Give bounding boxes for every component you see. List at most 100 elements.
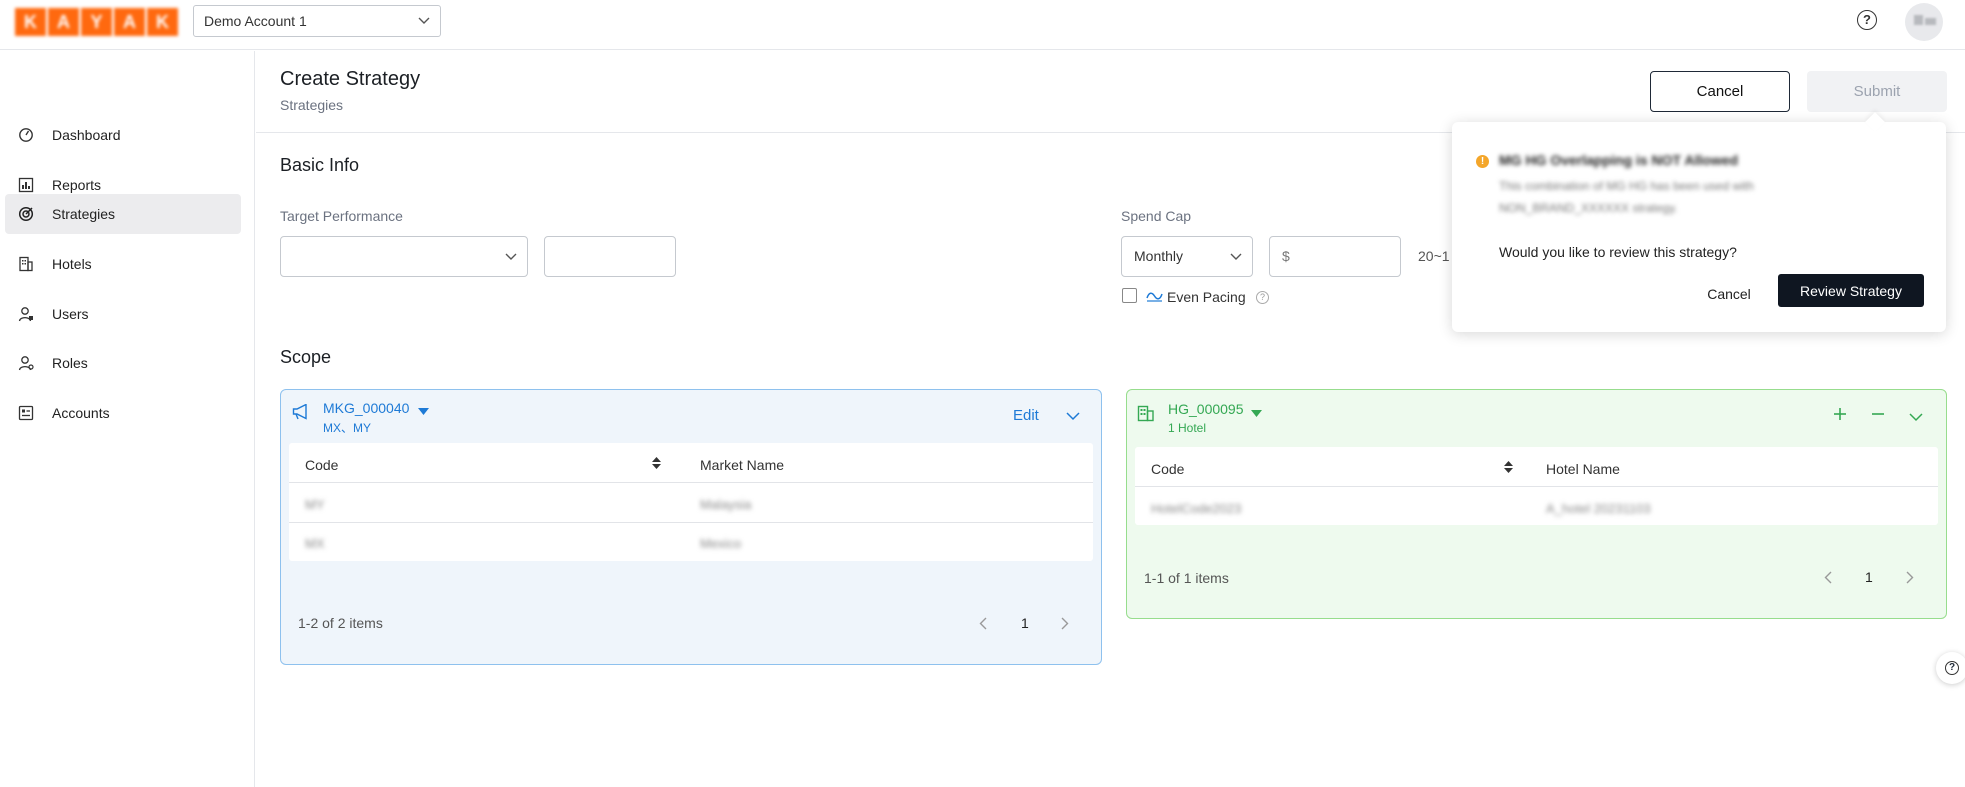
target-performance-input[interactable] [544,236,676,277]
target-performance-label: Target Performance [280,208,403,224]
popover-title: MG HG Overlapping is NOT Allowed [1499,152,1739,168]
help-icon[interactable]: ? [1857,10,1877,30]
megaphone-icon [292,403,311,425]
review-strategy-button[interactable]: Review Strategy [1778,274,1924,307]
caret-down-icon[interactable] [1251,405,1262,423]
logo-letter: K [147,8,178,36]
hotel-group-card: HG_000095 1 Hotel Code Hotel Name HotelC… [1126,389,1947,619]
avatar-block [1925,18,1936,25]
column-header-hotel-name: Hotel Name [1546,461,1620,477]
spend-cap-amount-input[interactable]: $ [1269,236,1401,277]
logo-letter: A [48,8,79,36]
chevron-down-icon [505,253,517,260]
user-icon [18,306,34,322]
currency-symbol: $ [1282,248,1290,264]
floating-help-button[interactable]: ? [1936,652,1965,684]
help-icon: ? [1945,661,1959,675]
column-header-code[interactable]: Code [1151,461,1184,477]
warning-icon: ! [1476,155,1489,168]
sidebar-item-label: Users [52,306,89,322]
dashboard-gauge-icon [18,127,34,143]
market-group-code[interactable]: MKG_000040 [323,400,409,416]
next-page-icon[interactable] [1906,571,1914,589]
column-header-code[interactable]: Code [305,457,338,473]
current-page[interactable]: 1 [1021,615,1029,631]
prev-page-icon[interactable] [1824,571,1832,589]
page-title: Create Strategy [280,68,421,90]
info-help-icon[interactable]: ? [1256,291,1269,304]
table-cell-name: A_hotel 20231103 [1546,501,1651,516]
row-divider [1135,486,1938,487]
table-cell-code: MY [305,497,325,512]
sidebar-item-hotels[interactable]: Hotels [5,244,241,284]
table-cell-name: Mexico [700,536,742,551]
sidebar-item-users[interactable]: Users [5,294,241,334]
sidebar-item-label: Dashboard [52,127,121,143]
current-page[interactable]: 1 [1865,569,1873,585]
user-role-icon [18,355,34,371]
hotel-group-code[interactable]: HG_000095 [1168,401,1244,417]
breadcrumb[interactable]: Strategies [280,97,343,113]
sort-icon[interactable] [652,456,661,475]
market-group-subtitle: MX、MY [323,421,372,435]
collapse-chevron-icon[interactable] [1066,408,1080,426]
hotel-group-subtitle: 1 Hotel [1168,421,1207,435]
market-table: Code Market Name MY Malaysia MX Mexico [289,443,1093,561]
even-pacing-label: Even Pacing [1167,289,1246,305]
sidebar: Dashboard Reports Strategies Hotels User… [0,51,255,787]
popover-question: Would you like to review this strategy? [1499,244,1737,260]
caret-down-icon[interactable] [418,403,429,421]
add-icon[interactable] [1833,407,1847,426]
sort-icon[interactable] [1504,460,1513,479]
spend-period-select[interactable]: Monthly [1121,236,1253,277]
popover-message-line: NON_BRAND_XXXXXX strategy. [1499,201,1678,215]
kayak-logo[interactable]: K A Y A K [15,8,178,36]
avatar-block [1914,15,1923,25]
prev-page-icon[interactable] [979,617,987,635]
sidebar-item-label: Strategies [52,206,116,222]
sidebar-item-accounts[interactable]: Accounts [5,393,241,433]
sidebar-item-label: Reports [52,177,102,193]
popover-cancel-button[interactable]: Cancel [1698,279,1760,309]
chevron-down-icon [418,6,430,46]
collapse-chevron-icon[interactable] [1909,409,1923,427]
logo-letter: A [114,8,145,36]
pager-summary: 1-1 of 1 items [1144,570,1229,586]
target-performance-select[interactable] [280,236,528,277]
sidebar-item-roles[interactable]: Roles [5,343,241,383]
even-pacing-checkbox[interactable] [1122,288,1137,303]
spend-range-hint: 20~1 [1418,248,1450,264]
table-cell-code: MX [305,536,325,551]
pacing-icon [1146,289,1163,308]
hotel-building-icon [1137,405,1155,427]
sidebar-item-label: Accounts [52,405,110,421]
account-card-icon [18,405,34,421]
sidebar-item-strategies[interactable]: Strategies [5,194,241,234]
building-icon [18,256,34,272]
account-select[interactable]: Demo Account 1 [193,5,441,37]
spend-cap-label: Spend Cap [1121,208,1192,224]
target-icon [18,206,34,222]
basic-info-title: Basic Info [280,155,360,175]
edit-button[interactable]: Edit [1013,407,1039,424]
sidebar-item-label: Roles [52,355,88,371]
remove-icon[interactable] [1871,407,1885,426]
logo-letter: K [15,8,46,36]
sidebar-item-dashboard[interactable]: Dashboard [5,115,241,155]
submit-button[interactable]: Submit [1807,71,1947,112]
next-page-icon[interactable] [1061,617,1069,635]
user-avatar[interactable] [1905,3,1943,41]
bar-chart-icon [18,177,34,193]
row-divider [289,522,1093,523]
top-bar: K A Y A K Demo Account 1 ? [0,0,1965,50]
spend-period-value: Monthly [1134,248,1184,264]
row-divider [289,482,1093,483]
sidebar-item-label: Hotels [52,256,92,272]
cancel-button[interactable]: Cancel [1650,71,1790,112]
table-cell-name: Malaysia [700,497,752,512]
market-group-card: MKG_000040 MX、MY Edit Code Market Name M… [280,389,1102,665]
popover-message-line: This combination of MG HG has been used … [1499,179,1754,193]
overlap-warning-popover: ! MG HG Overlapping is NOT Allowed This … [1452,112,1946,332]
pager-summary: 1-2 of 2 items [298,615,383,631]
logo-letter: Y [81,8,112,36]
